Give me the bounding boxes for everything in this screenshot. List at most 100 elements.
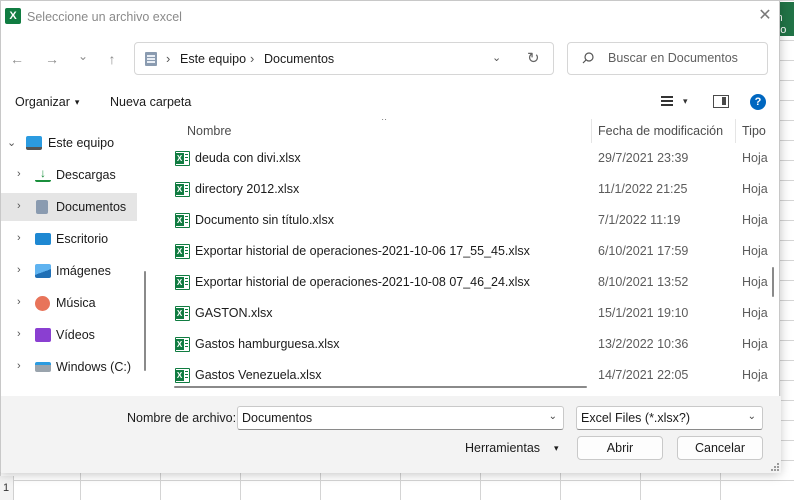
search-box[interactable] <box>567 42 768 75</box>
collapse-chevron-icon[interactable]: › <box>17 328 21 340</box>
filename-input[interactable] <box>242 411 537 425</box>
file-type: Hoja <box>742 368 768 382</box>
excel-file-icon <box>175 182 190 197</box>
sidebar-item-documentos[interactable]: › Documentos <box>1 193 137 221</box>
excel-file-icon <box>175 337 190 352</box>
address-history-chevron-icon[interactable]: ⌄ <box>492 51 501 64</box>
new-folder-button[interactable]: Nueva carpeta <box>110 95 191 109</box>
music-icon <box>35 296 50 311</box>
file-date: 13/2/2022 10:36 <box>598 337 689 351</box>
up-button[interactable]: ↑ <box>101 48 123 70</box>
sidebar-item-musica[interactable]: › Música <box>1 289 137 317</box>
file-name: Gastos Venezuela.xlsx <box>195 368 322 382</box>
sidebar-item-imagenes[interactable]: › Imágenes <box>1 257 137 285</box>
forward-button[interactable]: → <box>41 48 63 70</box>
file-row[interactable]: Gastos hamburguesa.xlsx 13/2/2022 10:36 … <box>153 329 769 360</box>
documents-location-icon <box>145 52 157 66</box>
computer-icon <box>26 136 42 150</box>
file-list-header: ^ Nombre Fecha de modificación Tipo <box>153 119 769 143</box>
chevron-down-icon[interactable]: ⌄ <box>748 411 756 422</box>
file-list-vertical-scrollbar[interactable] <box>772 267 774 297</box>
chevron-down-icon[interactable]: ⌄ <box>549 411 557 422</box>
collapse-chevron-icon[interactable]: › <box>17 360 21 372</box>
sidebar-item-windows-c[interactable]: › Windows (C:) <box>1 353 137 381</box>
expand-chevron-icon[interactable]: ⌄ <box>7 136 16 149</box>
breadcrumb-este-equipo[interactable]: Este equipo <box>180 52 246 66</box>
column-header-fecha[interactable]: Fecha de modificación <box>598 124 723 138</box>
sidebar-item-label: Música <box>56 296 96 310</box>
desktop-icon <box>35 233 51 245</box>
file-date: 29/7/2021 23:39 <box>598 151 689 165</box>
excel-file-icon <box>175 368 190 383</box>
preview-pane-icon[interactable] <box>713 95 729 108</box>
excel-file-icon <box>175 244 190 259</box>
tools-label: Herramientas <box>465 441 541 455</box>
sidebar-scrollbar[interactable] <box>144 271 146 371</box>
sidebar-item-label: Documentos <box>56 200 127 214</box>
file-row[interactable]: GASTON.xlsx 15/1/2021 19:10 Hoja <box>153 298 769 329</box>
file-name: deuda con divi.xlsx <box>195 151 301 165</box>
filename-label: Nombre de archivo: <box>127 411 237 425</box>
file-row[interactable]: Exportar historial de operaciones-2021-1… <box>153 267 769 298</box>
collapse-chevron-icon[interactable]: › <box>17 232 21 244</box>
sidebar-item-escritorio[interactable]: › Escritorio <box>1 225 137 253</box>
search-input[interactable] <box>608 51 763 65</box>
refresh-icon[interactable]: ↻ <box>527 49 540 67</box>
file-date: 6/10/2021 17:59 <box>598 244 689 258</box>
collapse-chevron-icon[interactable]: › <box>17 296 21 308</box>
column-divider[interactable] <box>591 119 592 143</box>
collapse-chevron-icon[interactable]: › <box>17 264 21 276</box>
column-header-tipo[interactable]: Tipo <box>742 124 766 138</box>
sidebar-item-label: Windows (C:) <box>56 360 132 374</box>
title-bar: X Seleccione un archivo excel ✕ <box>1 1 781 33</box>
file-name: GASTON.xlsx <box>195 306 273 320</box>
breadcrumb-separator-icon: › <box>166 51 171 66</box>
cancel-button[interactable]: Cancelar <box>677 436 763 460</box>
videos-icon <box>35 328 51 342</box>
file-row[interactable]: directory 2012.xlsx 11/1/2022 21:25 Hoja <box>153 174 769 205</box>
file-list: ^ Nombre Fecha de modificación Tipo deud… <box>153 119 769 396</box>
file-name: Exportar historial de operaciones-2021-1… <box>195 244 530 258</box>
file-row[interactable]: Documento sin título.xlsx 7/1/2022 11:19… <box>153 205 769 236</box>
file-type-filter-select[interactable]: Excel Files (*.xlsx?) ⌄ <box>576 406 763 430</box>
tools-menu[interactable]: Herramientas ▾ <box>465 441 559 455</box>
organize-label: Organizar <box>15 95 70 109</box>
filename-combobox[interactable]: ⌄ <box>237 406 564 430</box>
file-name: directory 2012.xlsx <box>195 182 300 196</box>
file-row[interactable]: deuda con divi.xlsx 29/7/2021 23:39 Hoja <box>153 143 769 174</box>
open-button[interactable]: Abrir <box>577 436 663 460</box>
address-bar[interactable]: › Este equipo › Documentos ⌄ ↻ <box>134 42 554 75</box>
file-row[interactable]: Exportar historial de operaciones-2021-1… <box>153 236 769 267</box>
file-name: Exportar historial de operaciones-2021-1… <box>195 275 530 289</box>
sidebar-item-este-equipo[interactable]: ⌄ Este equipo <box>1 129 137 157</box>
dialog-title: Seleccione un archivo excel <box>27 10 182 24</box>
sidebar-item-videos[interactable]: › Vídeos <box>1 321 137 349</box>
file-type: Hoja <box>742 337 768 351</box>
help-icon[interactable]: ? <box>750 94 766 110</box>
collapse-chevron-icon[interactable]: › <box>17 168 21 180</box>
sidebar-item-descargas[interactable]: › ↓ Descargas <box>1 161 137 189</box>
caret-down-icon: ▾ <box>554 443 559 453</box>
collapse-chevron-icon[interactable]: › <box>17 200 21 212</box>
close-button[interactable]: ✕ <box>753 5 777 27</box>
resize-grip-icon[interactable] <box>771 463 779 471</box>
organize-menu[interactable]: Organizar ▾ <box>15 95 79 109</box>
excel-file-icon <box>175 275 190 290</box>
recent-locations-button[interactable]: ⌄ <box>72 45 94 67</box>
download-icon: ↓ <box>35 167 51 182</box>
dialog-footer: Nombre de archivo: ⌄ Excel Files (*.xlsx… <box>1 396 781 473</box>
breadcrumb-separator-icon: › <box>250 51 255 66</box>
back-button[interactable]: ← <box>6 48 28 70</box>
file-open-dialog: X Seleccione un archivo excel ✕ ← → ⌄ ↑ … <box>0 0 781 473</box>
column-header-nombre[interactable]: Nombre <box>187 124 231 138</box>
column-divider[interactable] <box>735 119 736 143</box>
view-list-icon[interactable] <box>661 96 673 106</box>
file-list-horizontal-scrollbar[interactable] <box>174 386 587 388</box>
file-date: 7/1/2022 11:19 <box>598 213 681 227</box>
file-type: Hoja <box>742 244 768 258</box>
file-name: Gastos hamburguesa.xlsx <box>195 337 340 351</box>
breadcrumb-documentos[interactable]: Documentos <box>264 52 334 66</box>
navigation-pane: ⌄ Este equipo › ↓ Descargas › Documentos… <box>1 119 151 396</box>
view-options-caret-icon[interactable]: ▾ <box>683 96 688 107</box>
file-type: Hoja <box>742 275 768 289</box>
